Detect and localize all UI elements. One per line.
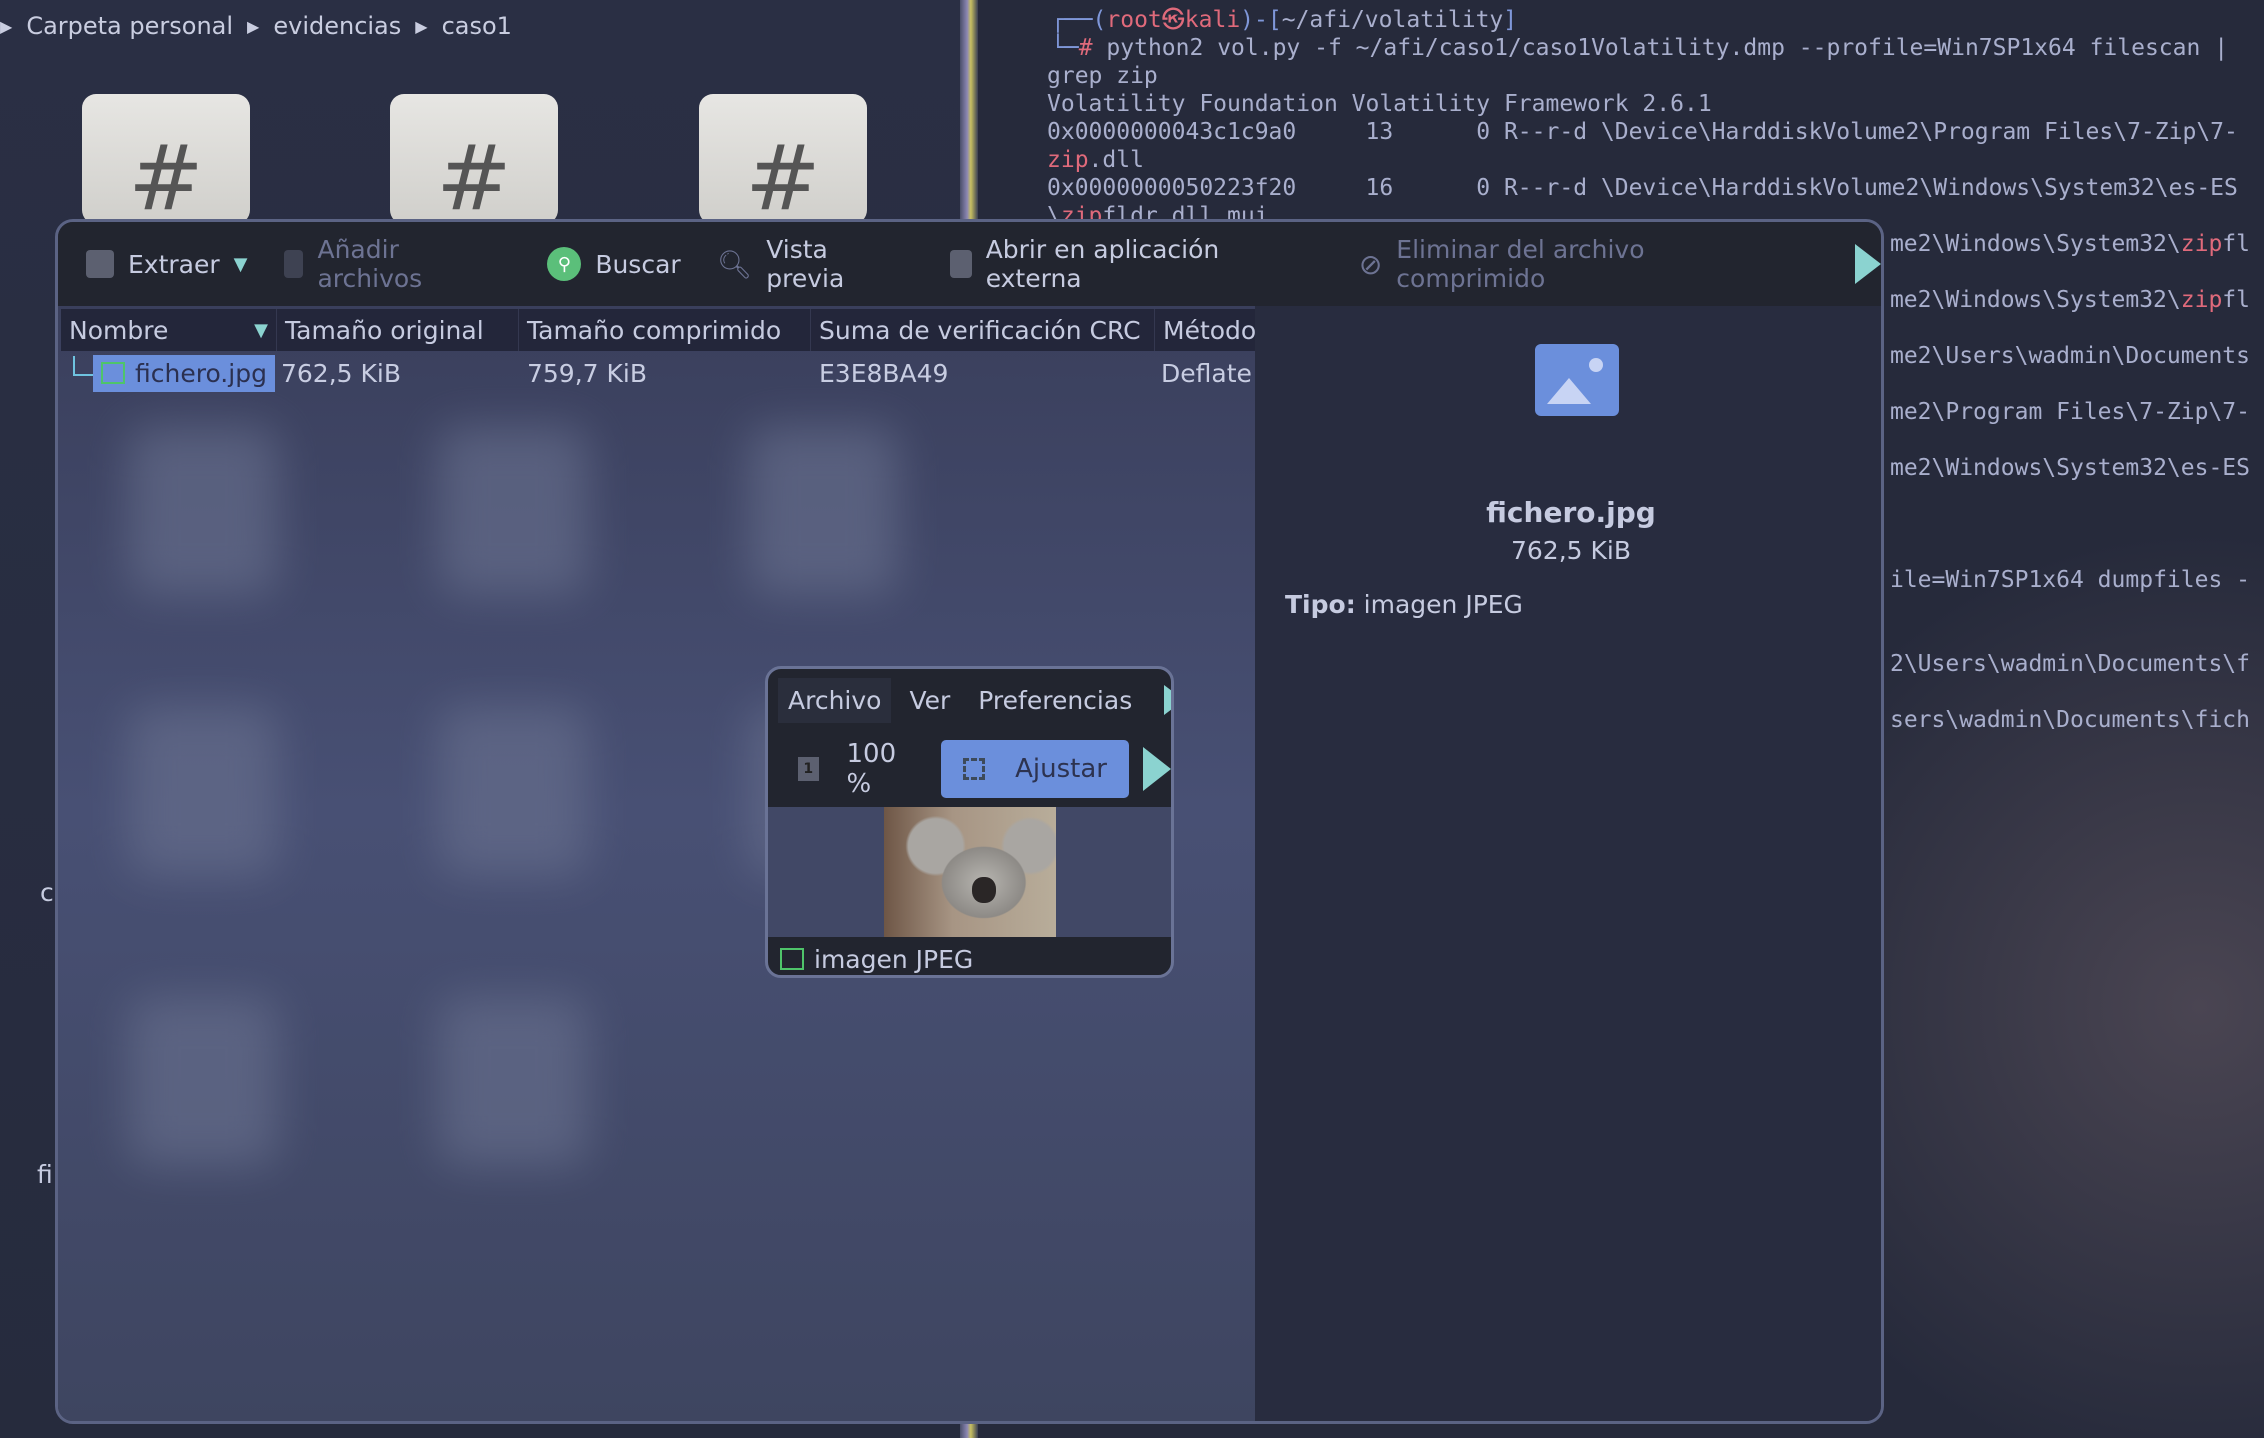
- menu-overflow-arrow-icon[interactable]: [1164, 685, 1171, 715]
- fit-icon: [963, 758, 986, 780]
- file-icon[interactable]: #: [82, 94, 250, 224]
- output-fragment: me2\Users\wadmin\Documents: [1889, 343, 2250, 369]
- preview-filename: fichero.jpg: [1486, 496, 1656, 529]
- column-label: Nombre: [69, 315, 169, 345]
- column-header: Nombre ▼ Tamaño original Tamaño comprimid…: [61, 309, 1255, 351]
- zoom-level[interactable]: 100 %: [847, 739, 918, 799]
- output-fragment: me2\Windows\System32\zipfl: [1889, 231, 2250, 257]
- output-line: Volatility Foundation Volatility Framewo…: [1047, 91, 1712, 117]
- file-label: fi: [37, 1160, 53, 1189]
- selected-item[interactable]: fichero.jpg: [93, 354, 275, 392]
- column-method[interactable]: Método: [1155, 309, 1255, 351]
- output-fragment: sers\wadmin\Documents\fich: [1889, 707, 2250, 733]
- delete-button[interactable]: ⊘ Eliminar del archivo comprimido: [1359, 235, 1801, 293]
- menu-bar: Archivo Ver Preferencias: [768, 669, 1171, 731]
- image-viewer-window: Archivo Ver Preferencias 1 100 % Ajustar…: [765, 666, 1174, 978]
- output-fragment: me2\Program Files\7-Zip\7-: [1889, 399, 2250, 425]
- chevron-down-icon[interactable]: ▼: [234, 254, 248, 275]
- menu-preferencias[interactable]: Preferencias: [968, 678, 1142, 723]
- output-line: 0x0000000050223f20 16 0 R--r-d \Device\H…: [1047, 175, 2238, 201]
- chevron-right-icon: ▶: [0, 16, 13, 36]
- breadcrumb: ▶ Carpeta personal ▶ evidencias ▶ caso1: [0, 12, 512, 40]
- add-file-icon: [283, 250, 304, 278]
- column-compressed-size[interactable]: Tamaño comprimido: [519, 309, 811, 351]
- toolbar-overflow-arrow-icon[interactable]: [1855, 244, 1881, 284]
- prompt-line: ┌──(root㉿kali)-[~/afi/volatility]: [1051, 7, 1518, 33]
- add-files-label: Añadir archivos: [317, 235, 423, 293]
- delete-label: Eliminar del archivo comprimido: [1396, 235, 1645, 293]
- add-files-button[interactable]: Añadir archivos: [283, 235, 512, 293]
- open-external-icon: [949, 250, 972, 278]
- file-name: fichero.jpg: [135, 358, 267, 388]
- type-value: imagen JPEG: [1363, 590, 1523, 619]
- search-label: Buscar: [595, 249, 681, 279]
- image-thumbnail-icon: [1535, 344, 1619, 416]
- status-bar: imagen JPEG: [768, 937, 1171, 975]
- cell-original-size: 762,5 KiB: [281, 358, 402, 388]
- status-text: imagen JPEG: [814, 944, 974, 974]
- koala-nose: [972, 877, 996, 903]
- search-button[interactable]: ⚲ Buscar: [547, 247, 681, 281]
- breadcrumb-evidencias[interactable]: evidencias: [273, 12, 401, 40]
- toolbar: Extraer ▼ Añadir archivos ⚲ Buscar 🔍︎ Vista…: [58, 222, 1881, 306]
- menu-ver[interactable]: Ver: [899, 678, 960, 723]
- extract-label: Extraer: [128, 249, 220, 279]
- output-line: zip.dll: [1047, 147, 1144, 173]
- column-name[interactable]: Nombre ▼: [61, 309, 277, 351]
- file-label: c: [40, 878, 54, 907]
- file-icon[interactable]: #: [699, 94, 867, 224]
- chevron-right-icon: ▶: [415, 16, 428, 36]
- file-icon[interactable]: #: [390, 94, 558, 224]
- toolbar-overflow-arrow-icon[interactable]: [1143, 747, 1171, 791]
- output-fragment: ile=Win7SP1x64 dumpfiles -: [1889, 567, 2250, 593]
- cell-compressed-size: 759,7 KiB: [527, 358, 648, 388]
- extract-button[interactable]: Extraer ▼: [86, 250, 248, 279]
- magnifier-icon: 🔍︎: [716, 247, 753, 281]
- open-external-button[interactable]: Abrir en aplicación externa: [949, 235, 1323, 293]
- breadcrumb-home[interactable]: Carpeta personal: [26, 12, 233, 40]
- column-original-size[interactable]: Tamaño original: [277, 309, 519, 351]
- open-external-label: Abrir en aplicación externa: [985, 235, 1220, 293]
- preview-label: Vista previa: [766, 235, 845, 293]
- forbidden-icon: ⊘: [1358, 247, 1383, 281]
- table-row[interactable]: fichero.jpg 762,5 KiB 759,7 KiB E3E8BA49…: [61, 354, 1255, 392]
- search-icon: ⚲: [547, 247, 582, 281]
- output-line: 0x0000000043c1c9a0 13 0 R--r-d \Device\H…: [1047, 119, 2238, 145]
- type-label: Tipo:: [1285, 590, 1356, 619]
- original-size-icon[interactable]: 1: [798, 757, 819, 781]
- sort-descending-icon: ▼: [254, 319, 268, 341]
- cell-method: Deflate: [1161, 358, 1252, 388]
- koala-image: [884, 807, 1056, 937]
- image-file-icon: [101, 362, 125, 384]
- fit-button[interactable]: Ajustar: [941, 740, 1129, 798]
- command-line: └─# python2 vol.py -f ~/afi/caso1/caso1V…: [1051, 35, 2229, 61]
- command-continuation: grep zip: [1047, 63, 1158, 89]
- fit-label: Ajustar: [1015, 754, 1107, 784]
- preview-panel: fichero.jpg 762,5 KiB Tipo: imagen JPEG: [1255, 306, 1881, 1421]
- preview-button[interactable]: 🔍︎ Vista previa: [717, 235, 914, 293]
- output-fragment: me2\Windows\System32\es-ES: [1889, 455, 2250, 481]
- output-fragment: me2\Windows\System32\zipfl: [1889, 287, 2250, 313]
- output-fragment: 2\Users\wadmin\Documents\f: [1889, 651, 2250, 677]
- preview-size: 762,5 KiB: [1510, 536, 1631, 565]
- archive-extract-icon: [86, 250, 114, 278]
- preview-type: Tipo: imagen JPEG: [1285, 590, 1523, 619]
- cell-crc: E3E8BA49: [819, 358, 949, 388]
- column-crc[interactable]: Suma de verificación CRC: [811, 309, 1155, 351]
- image-file-icon: [780, 948, 804, 970]
- cell-name: fichero.jpg: [61, 354, 277, 392]
- viewer-toolbar: 1 100 % Ajustar: [768, 731, 1171, 807]
- image-canvas[interactable]: [768, 807, 1171, 937]
- chevron-right-icon: ▶: [247, 16, 260, 36]
- breadcrumb-caso1[interactable]: caso1: [442, 12, 512, 40]
- tree-branch: [73, 356, 93, 376]
- menu-archivo[interactable]: Archivo: [778, 677, 892, 723]
